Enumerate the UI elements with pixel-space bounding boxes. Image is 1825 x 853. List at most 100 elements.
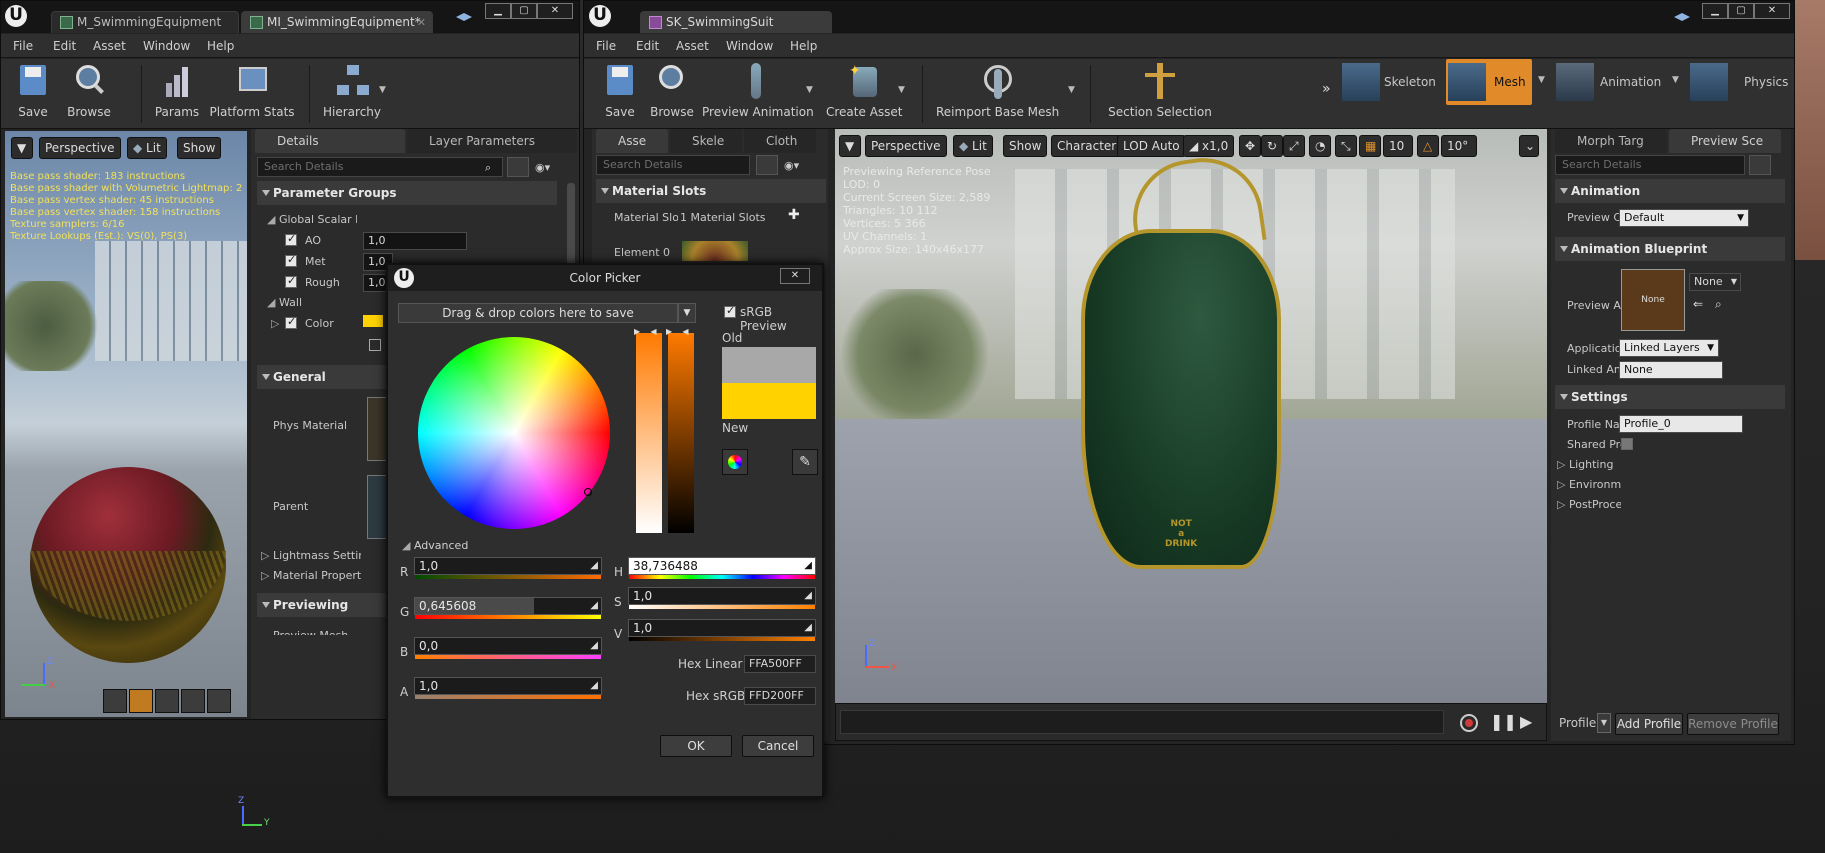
add-material-slot-button[interactable]: ✚	[788, 207, 800, 223]
cylinder-preview-button[interactable]	[103, 689, 127, 713]
menu-file[interactable]: File	[13, 39, 33, 53]
close-tab-icon[interactable]: ✕	[417, 12, 426, 33]
element-0-thumbnail[interactable]	[682, 241, 748, 261]
rotation-snap-button[interactable]: △	[1417, 135, 1439, 157]
tab-mi-swimmingequipment[interactable]: MI_SwimmingEquipment* ✕	[241, 11, 433, 33]
platform-stats-button[interactable]: Platform Stats	[209, 63, 295, 125]
color-theme-bar[interactable]: Drag & drop colors here to save	[398, 303, 678, 323]
minimize-button[interactable]: ▁	[1702, 3, 1728, 19]
skeleton-mode-button[interactable]: Skeleton	[1342, 63, 1438, 103]
create-asset-button[interactable]: ✦ Create Asset	[826, 63, 903, 125]
hierarchy-button[interactable]: Hierarchy	[323, 63, 381, 125]
cancel-button[interactable]: Cancel	[742, 735, 814, 757]
tab-asset-details[interactable]: Asse	[596, 129, 668, 153]
maximize-viewport-button[interactable]: ⌄	[1519, 135, 1539, 157]
coordinate-space-button[interactable]: ◔	[1309, 135, 1331, 157]
rotate-mode-button[interactable]: ↻	[1261, 135, 1283, 157]
green-slider[interactable]: 0,645608 ◢	[414, 597, 602, 619]
saturation-slider[interactable]	[636, 333, 662, 533]
blue-slider[interactable]: 0,0 ◢	[414, 637, 602, 659]
material-preview-viewport[interactable]: ▼ Perspective ◆ Lit Show Base pass shade…	[5, 131, 247, 717]
preview-controller-select[interactable]: Default ▼	[1619, 209, 1749, 227]
color-wheel-mode-button[interactable]	[722, 449, 748, 475]
skeletal-mesh-viewport[interactable]: NOT a DRINK ▼ Perspective ◆ Lit Show Cha…	[835, 129, 1547, 703]
tab-details[interactable]: Details	[255, 129, 405, 153]
profile-name-field[interactable]: Profile_0	[1619, 415, 1743, 433]
preview-anim-select[interactable]: None ▼	[1689, 273, 1741, 291]
postprocess-row[interactable]: ▷ PostProces	[1557, 498, 1621, 511]
eye-icon[interactable]: ◉▾	[784, 159, 799, 172]
mesh-preview-button[interactable]	[207, 689, 231, 713]
menu-asset[interactable]: Asset	[676, 39, 709, 53]
animation-blueprint-category[interactable]: Animation Blueprint	[1555, 237, 1785, 261]
mesh-mode-button[interactable]: Mesh	[1446, 59, 1532, 105]
close-dialog-button[interactable]: ✕	[780, 268, 810, 284]
asset-search-input[interactable]: Search Details	[596, 155, 750, 175]
met-checkbox[interactable]	[285, 253, 297, 267]
ok-button[interactable]: OK	[660, 735, 732, 757]
saturation-field[interactable]: 1,0 ◢	[628, 587, 816, 609]
add-profile-button[interactable]: Add Profile	[1615, 713, 1683, 735]
srgb-preview-checkbox[interactable]	[724, 304, 736, 318]
menu-edit[interactable]: Edit	[53, 39, 76, 53]
show-button[interactable]: Show	[177, 137, 222, 159]
use-selected-icon[interactable]: ⇐	[1693, 297, 1703, 311]
grid-snap-value[interactable]: 10	[1383, 135, 1413, 157]
environment-row[interactable]: ▷ Environmer	[1557, 478, 1621, 491]
lod-button[interactable]: LOD Auto	[1117, 135, 1186, 157]
color-wheel-cursor[interactable]	[584, 488, 592, 496]
parent-thumbnail[interactable]	[367, 475, 387, 539]
grid-snap-button[interactable]: ▦	[1359, 135, 1381, 157]
reimport-dropdown-arrow[interactable]: ▼	[1068, 85, 1075, 95]
application-select[interactable]: Linked Layers ▼	[1619, 339, 1719, 357]
rotation-snap-value[interactable]: 10°	[1441, 135, 1477, 157]
ao-value-field[interactable]: 1,0	[363, 232, 467, 250]
color-expander[interactable]: ▷	[271, 317, 279, 330]
shared-profile-checkbox[interactable]	[1621, 438, 1633, 450]
tab-cloth[interactable]: Cloth	[744, 129, 816, 153]
red-slider[interactable]: 1,0 ◢	[414, 557, 602, 579]
remove-profile-button[interactable]: Remove Profile	[1687, 713, 1779, 735]
character-button[interactable]: Character	[1051, 135, 1123, 157]
play-button[interactable]: ▶	[1520, 712, 1532, 731]
hue-slider[interactable]: 38,736488 ◢	[628, 557, 816, 579]
menu-help[interactable]: Help	[790, 39, 817, 53]
hex-srgb-field[interactable]: FFD200FF	[744, 687, 816, 705]
animation-mode-button[interactable]: Animation	[1556, 63, 1661, 103]
mortarboard-icon[interactable]	[1674, 13, 1690, 21]
menu-help[interactable]: Help	[207, 39, 234, 53]
value-slider[interactable]	[668, 333, 694, 533]
pause-button[interactable]: ❚❚	[1490, 712, 1517, 731]
saturation-slider-handle[interactable]: ▶ ◀	[634, 328, 664, 336]
details-search-input[interactable]: Search Details	[257, 157, 503, 177]
lightmass-settings-row[interactable]: ▷ Lightmass Settir	[261, 549, 361, 562]
hierarchy-dropdown-arrow[interactable]: ▼	[379, 85, 386, 95]
animation-dropdown-arrow[interactable]: ▼	[1672, 75, 1679, 85]
lighting-row[interactable]: ▷ Lighting	[1557, 458, 1621, 471]
lit-button[interactable]: ◆ Lit	[953, 135, 993, 157]
playback-speed-button[interactable]: ◢ x1,0	[1183, 135, 1235, 157]
show-button[interactable]: Show	[1003, 135, 1048, 157]
color-theme-dropdown[interactable]: ▼	[678, 303, 696, 323]
ao-checkbox[interactable]	[285, 232, 297, 246]
color-swatch[interactable]	[363, 315, 383, 327]
tab-m-swimmingequipment[interactable]: M_SwimmingEquipment	[51, 11, 239, 33]
menu-window[interactable]: Window	[143, 39, 190, 53]
color-checkbox[interactable]	[285, 315, 297, 329]
animation-timeline-bar[interactable]: ❚❚ ▶	[835, 703, 1547, 741]
rough-checkbox[interactable]	[285, 274, 297, 288]
perspective-button[interactable]: Perspective	[865, 135, 947, 157]
settings-category[interactable]: Settings	[1555, 385, 1785, 409]
value-slider-handle[interactable]: ▶ ◀	[666, 328, 696, 336]
preview-anim-thumbnail[interactable]: None	[1621, 269, 1685, 331]
material-property-row[interactable]: ▷ Material Property	[261, 569, 361, 582]
timeline-track[interactable]	[840, 710, 1444, 734]
maximize-button[interactable]: ▢	[1728, 3, 1754, 19]
material-slots-category[interactable]: Material Slots	[596, 179, 826, 203]
tab-layer-parameters[interactable]: Layer Parameters	[407, 129, 577, 153]
preview-animation-dropdown-arrow[interactable]: ▼	[806, 85, 813, 95]
menu-asset[interactable]: Asset	[93, 39, 126, 53]
mortarboard-icon[interactable]	[456, 13, 472, 21]
reimport-base-mesh-button[interactable]: Reimport Base Mesh	[936, 63, 1059, 125]
close-window-button[interactable]: ✕	[1754, 3, 1790, 19]
